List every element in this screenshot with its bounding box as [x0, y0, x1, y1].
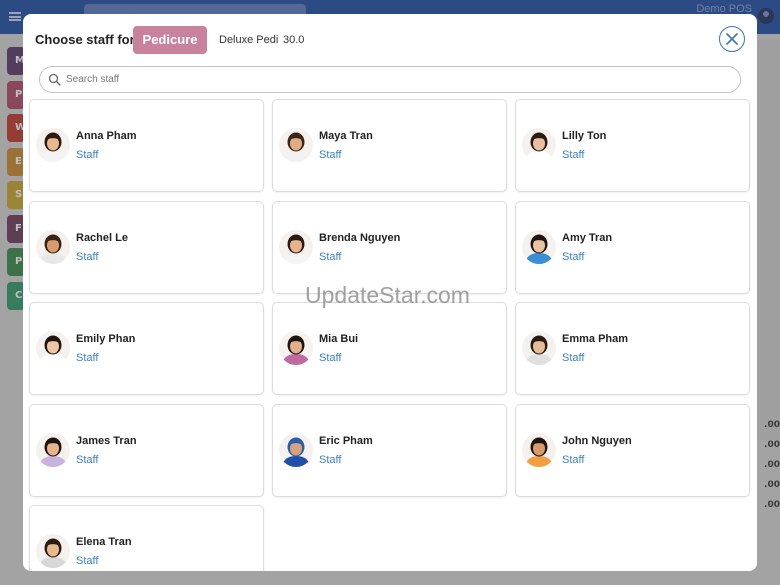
staff-avatar [522, 432, 556, 467]
staff-card[interactable]: James Tran Staff [29, 403, 264, 497]
staff-role: Staff [562, 453, 585, 466]
staff-name: Amy Tran [562, 231, 613, 244]
staff-role: Staff [319, 149, 342, 161]
staff-avatar [279, 331, 313, 365]
staff-name: Emily Phan [76, 333, 136, 345]
staff-name: Lilly Ton [562, 130, 607, 142]
staff-role: Staff [76, 352, 99, 364]
staff-card[interactable]: Emma Pham Staff [515, 302, 750, 395]
staff-role: Staff [76, 250, 99, 263]
staff-role: Staff [76, 149, 99, 161]
service-chip: Pedicure [133, 26, 207, 54]
staff-avatar [36, 128, 70, 162]
staff-card[interactable]: Eric Pham Staff [272, 403, 507, 497]
staff-card[interactable]: John Nguyen Staff [515, 403, 750, 497]
staff-card[interactable]: Elena Tran Staff [29, 505, 264, 571]
staff-avatar [36, 534, 70, 568]
staff-avatar [279, 128, 313, 162]
staff-name: Maya Tran [319, 130, 373, 142]
staff-card[interactable]: Amy Tran Staff [515, 200, 750, 294]
search-box[interactable] [39, 66, 741, 93]
staff-role: Staff [76, 453, 99, 466]
staff-name: Elena Tran [76, 536, 132, 548]
staff-name: Brenda Nguyen [319, 231, 401, 244]
staff-role: Staff [319, 250, 342, 263]
staff-avatar [522, 229, 556, 264]
staff-card[interactable]: Anna Pham Staff [29, 99, 264, 192]
search-icon [48, 73, 61, 86]
staff-role: Staff [562, 149, 585, 161]
staff-card[interactable]: Mia Bui Staff [272, 302, 507, 395]
watermark: UpdateStar.com [305, 282, 470, 308]
dialog-header: Choose staff for: Pedicure Deluxe Pedi 3… [23, 14, 757, 64]
staff-avatar [279, 432, 313, 467]
staff-role: Staff [562, 250, 585, 263]
dialog-title: Choose staff for: [35, 32, 139, 47]
staff-name: Mia Bui [319, 333, 359, 345]
staff-avatar [36, 432, 70, 467]
staff-avatar [36, 229, 70, 264]
staff-card[interactable]: Maya Tran Staff [272, 99, 507, 192]
staff-card[interactable]: Lilly Ton Staff [515, 99, 750, 192]
search-input[interactable] [66, 71, 726, 88]
staff-avatar [522, 128, 556, 162]
staff-avatar [522, 331, 556, 365]
staff-card[interactable]: Rachel Le Staff [29, 200, 264, 294]
close-icon [726, 33, 738, 45]
staff-name: Eric Pham [319, 434, 373, 447]
staff-name: John Nguyen [562, 434, 632, 447]
staff-name: Emma Pham [562, 333, 629, 345]
staff-avatar [36, 331, 70, 365]
staff-card[interactable]: Brenda Nguyen Staff [272, 200, 507, 294]
staff-role: Staff [562, 352, 585, 364]
service-price: 30.0 [283, 34, 305, 46]
service-name: Deluxe Pedi [219, 34, 279, 46]
close-button[interactable] [719, 26, 745, 52]
staff-role: Staff [319, 453, 342, 466]
staff-name: Rachel Le [76, 231, 128, 244]
staff-name: Anna Pham [76, 130, 137, 142]
staff-role: Staff [319, 352, 342, 364]
staff-card[interactable]: Emily Phan Staff [29, 302, 264, 395]
staff-name: James Tran [76, 434, 137, 447]
staff-avatar [279, 229, 313, 264]
staff-role: Staff [76, 555, 99, 567]
